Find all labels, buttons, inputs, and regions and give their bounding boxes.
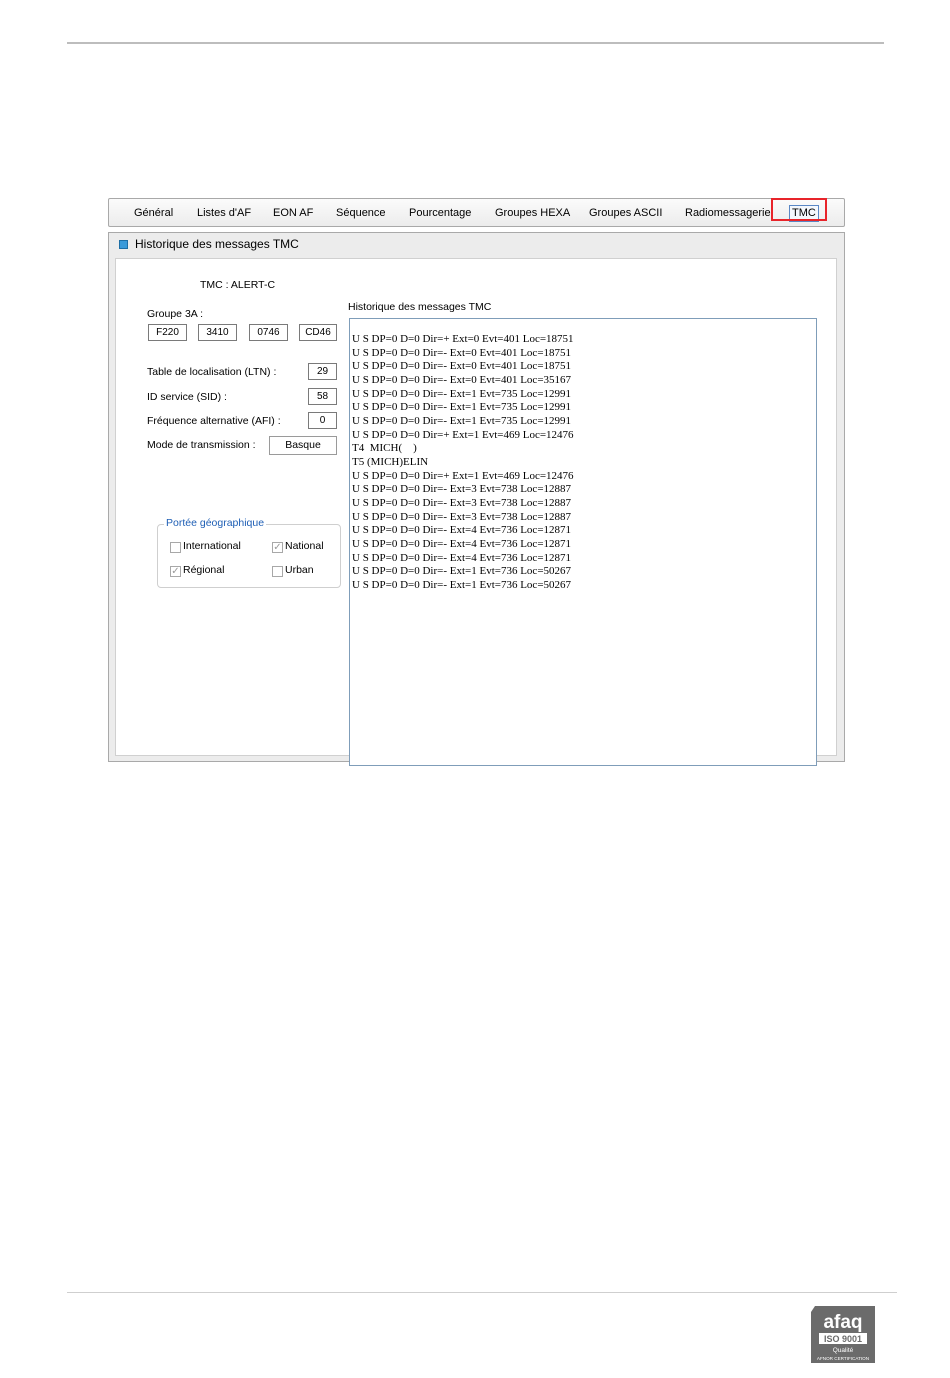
- ltn-label: Table de localisation (LTN) :: [147, 366, 277, 378]
- panel-body: TMC : ALERT-C Groupe 3A : F220 3410 0746…: [115, 258, 837, 766]
- history-line: U S DP=0 D=0 Dir=+ Ext=1 Evt=469 Loc=124…: [352, 428, 574, 441]
- history-line: U S DP=0 D=0 Dir=- Ext=1 Evt=736 Loc=502…: [352, 578, 572, 591]
- history-line: U S DP=0 D=0 Dir=- Ext=1 Evt=735 Loc=129…: [352, 401, 572, 414]
- tab-bar: Général Listes d'AF EON AF Séquence Pour…: [108, 198, 845, 227]
- logo-cert: AFNOR CERTIFICATION: [817, 1356, 869, 1361]
- logo-iso: ISO 9001: [824, 1334, 862, 1344]
- regional-checkbox[interactable]: ✓: [170, 566, 181, 577]
- groupe3a-field-1[interactable]: F220: [148, 324, 187, 341]
- portee-groupbox: Portée géographique International ✓ Nati…: [157, 517, 341, 588]
- bottom-rule: [67, 1292, 897, 1293]
- international-checkbox[interactable]: [170, 542, 181, 553]
- groupe3a-field-4[interactable]: CD46: [299, 324, 337, 341]
- tab-listes-af[interactable]: Listes d'AF: [197, 199, 251, 228]
- tab-eon-af[interactable]: EON AF: [273, 199, 313, 228]
- tab-groupes-hexa[interactable]: Groupes HEXA: [495, 199, 570, 228]
- sid-label: ID service (SID) :: [147, 391, 227, 403]
- national-label: National: [285, 540, 324, 552]
- history-line: U S DP=0 D=0 Dir=- Ext=0 Evt=401 Loc=187…: [352, 346, 572, 359]
- afi-field[interactable]: 0: [308, 412, 337, 429]
- ltn-field[interactable]: 29: [308, 363, 337, 380]
- mode-label: Mode de transmission :: [147, 439, 256, 451]
- tab-groupes-ascii[interactable]: Groupes ASCII: [589, 199, 662, 228]
- history-textarea[interactable]: U S DP=0 D=0 Dir=+ Ext=0 Evt=401 Loc=187…: [349, 318, 817, 766]
- top-rule: [67, 42, 884, 44]
- mode-field[interactable]: Basque: [269, 436, 337, 455]
- history-label: Historique des messages TMC: [348, 301, 492, 313]
- afaq-iso9001-logo: afaq ISO 9001 Qualité AFNOR CERTIFICATIO…: [811, 1306, 875, 1363]
- tab-tmc-highlight: [771, 198, 827, 221]
- tab-general[interactable]: Général: [134, 199, 173, 228]
- history-line: U S DP=0 D=0 Dir=- Ext=4 Evt=736 Loc=128…: [352, 524, 572, 537]
- history-line: U S DP=0 D=0 Dir=- Ext=4 Evt=736 Loc=128…: [352, 551, 572, 564]
- urban-label: Urban: [285, 564, 314, 576]
- history-line: U S DP=0 D=0 Dir=+ Ext=1 Evt=469 Loc=124…: [352, 469, 574, 482]
- groupe3a-field-3[interactable]: 0746: [249, 324, 288, 341]
- history-line: U S DP=0 D=0 Dir=- Ext=0 Evt=401 Loc=351…: [352, 373, 572, 386]
- panel-header: Historique des messages TMC: [109, 233, 844, 256]
- sid-field[interactable]: 58: [308, 388, 337, 405]
- history-line: U S DP=0 D=0 Dir=- Ext=4 Evt=736 Loc=128…: [352, 537, 572, 550]
- tab-radiomessagerie[interactable]: Radiomessagerie: [685, 199, 771, 228]
- history-line: T5 (MICH)ELIN: [352, 455, 429, 468]
- tmc-panel: Historique des messages TMC TMC : ALERT-…: [108, 232, 845, 766]
- groupe3a-label: Groupe 3A :: [147, 308, 204, 320]
- regional-label: Régional: [183, 564, 225, 576]
- afi-label: Fréquence alternative (AFI) :: [147, 415, 281, 427]
- history-line: U S DP=0 D=0 Dir=- Ext=1 Evt=736 Loc=502…: [352, 565, 572, 578]
- portee-legend: Portée géographique: [164, 517, 267, 529]
- history-line: U S DP=0 D=0 Dir=- Ext=3 Evt=738 Loc=128…: [352, 483, 572, 496]
- panel-title: Historique des messages TMC: [135, 237, 299, 251]
- history-line: U S DP=0 D=0 Dir=- Ext=1 Evt=735 Loc=129…: [352, 387, 572, 400]
- square-bullet-icon: [119, 240, 128, 249]
- tmc-title: TMC : ALERT-C: [200, 279, 276, 291]
- national-checkbox[interactable]: ✓: [272, 542, 283, 553]
- international-label: International: [183, 540, 241, 552]
- history-line: U S DP=0 D=0 Dir=- Ext=3 Evt=738 Loc=128…: [352, 510, 572, 523]
- logo-quality: Qualité: [833, 1347, 854, 1354]
- history-line: U S DP=0 D=0 Dir=- Ext=1 Evt=735 Loc=129…: [352, 414, 572, 427]
- history-line: U S DP=0 D=0 Dir=+ Ext=0 Evt=401 Loc=187…: [352, 333, 574, 345]
- tab-pourcentage[interactable]: Pourcentage: [409, 199, 471, 228]
- history-line: T4 MICH( ): [352, 442, 417, 455]
- history-line: U S DP=0 D=0 Dir=- Ext=0 Evt=401 Loc=187…: [352, 360, 572, 373]
- urban-checkbox[interactable]: [272, 566, 283, 577]
- tab-sequence[interactable]: Séquence: [336, 199, 386, 228]
- groupe3a-field-2[interactable]: 3410: [198, 324, 237, 341]
- logo-brand: afaq: [823, 1312, 862, 1333]
- history-line: U S DP=0 D=0 Dir=- Ext=3 Evt=738 Loc=128…: [352, 496, 572, 509]
